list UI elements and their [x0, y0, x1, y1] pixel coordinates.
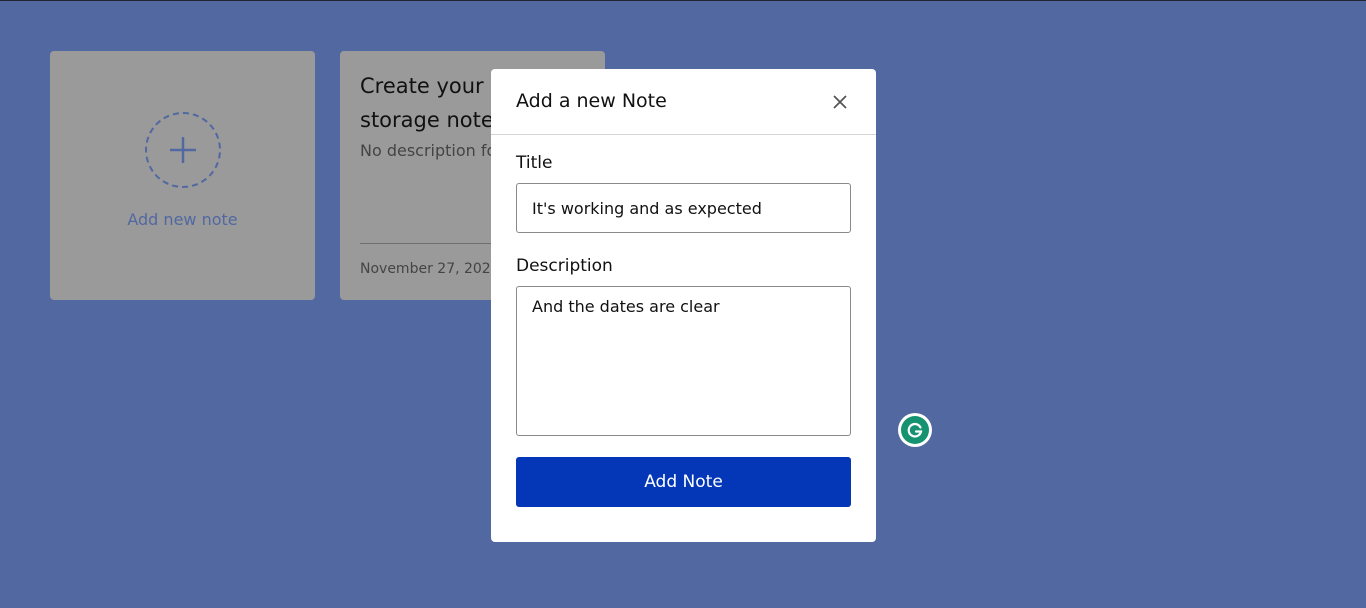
add-note-button[interactable]: Add Note [516, 457, 851, 507]
close-icon [833, 95, 847, 109]
page: Add new note Create your Local JS storag… [0, 1, 1366, 608]
modal-header: Add a new Note [491, 69, 876, 135]
description-input[interactable]: And the dates are clear [516, 286, 851, 436]
note-date: November 27, 2023 [360, 261, 500, 277]
grammarly-icon [901, 416, 929, 444]
modal-title: Add a new Note [516, 90, 667, 112]
add-note-label: Add new note [127, 210, 238, 229]
add-note-modal: Add a new Note Title Description And the… [491, 69, 876, 542]
plus-icon [169, 137, 196, 163]
close-button[interactable] [832, 94, 848, 110]
add-note-card[interactable]: Add new note [50, 51, 315, 300]
grammarly-button[interactable] [898, 413, 932, 447]
add-circle[interactable] [144, 112, 221, 188]
title-input[interactable] [516, 183, 851, 233]
title-label: Title [516, 153, 553, 173]
description-label: Description [516, 256, 613, 276]
